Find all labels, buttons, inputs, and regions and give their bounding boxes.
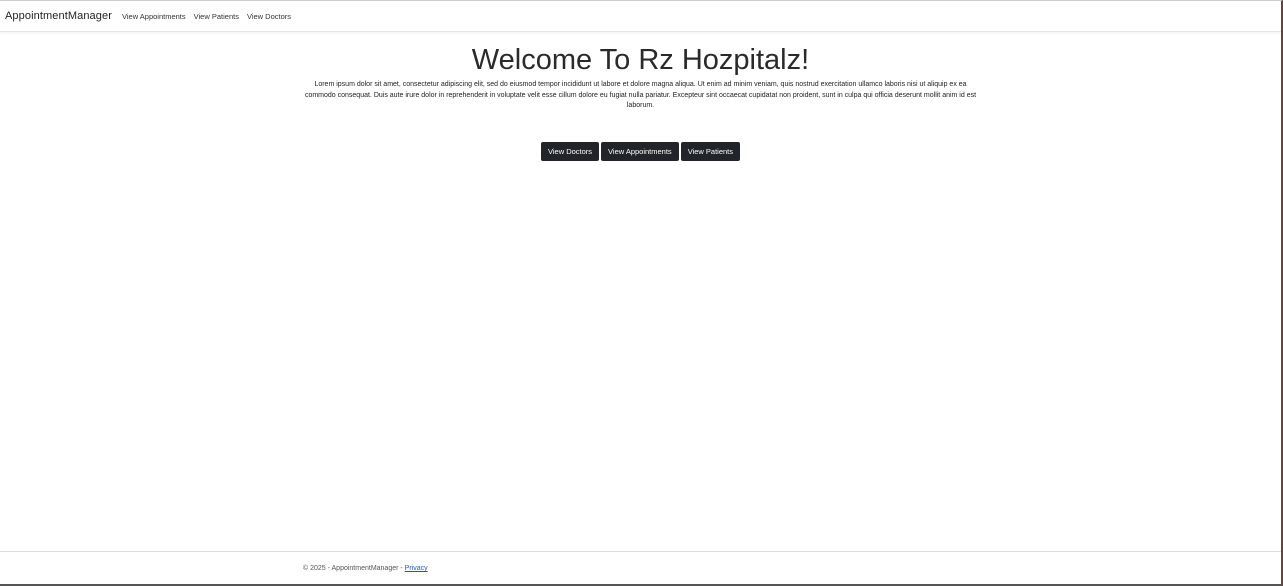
- privacy-link[interactable]: Privacy: [405, 565, 428, 572]
- nav-view-doctors[interactable]: View Doctors: [247, 12, 291, 21]
- app-window: AppointmentManager View Appointments Vie…: [0, 0, 1283, 586]
- page-title: Welcome To Rz Hozpitalz!: [471, 44, 810, 76]
- footer-text: © 2025 - AppointmentManager - Privacy: [303, 565, 428, 572]
- nav-view-appointments[interactable]: View Appointments: [122, 12, 186, 21]
- intro-paragraph: Lorem ipsum dolor sit amet, consectetur …: [304, 81, 977, 109]
- footer: © 2025 - AppointmentManager - Privacy: [0, 551, 1281, 586]
- action-buttons: View Doctors View Appointments View Pati…: [0, 141, 1281, 161]
- main-content: Welcome To Rz Hozpitalz! Lorem ipsum dol…: [0, 43, 1281, 161]
- view-doctors-button[interactable]: View Doctors: [540, 141, 600, 161]
- navbar: AppointmentManager View Appointments Vie…: [0, 1, 1281, 32]
- brand-link[interactable]: AppointmentManager: [5, 10, 112, 22]
- view-appointments-button[interactable]: View Appointments: [601, 141, 679, 161]
- view-patients-button[interactable]: View Patients: [680, 141, 740, 161]
- nav-view-patients[interactable]: View Patients: [194, 12, 239, 21]
- copyright-text: © 2025 - AppointmentManager -: [303, 565, 405, 572]
